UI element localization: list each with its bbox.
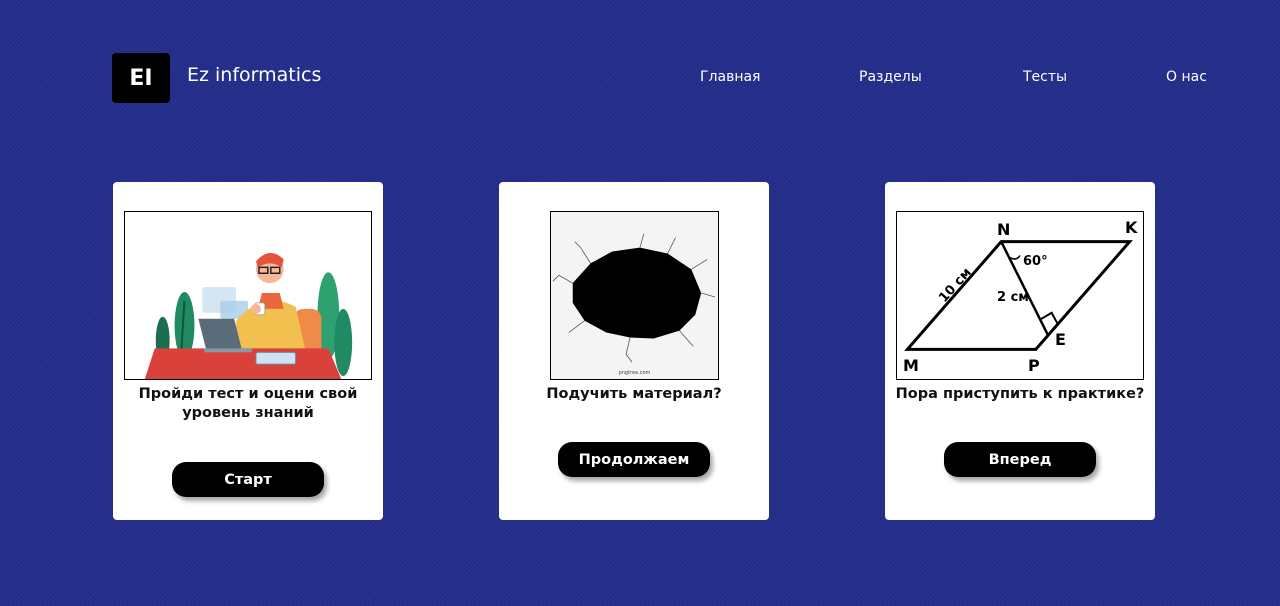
nav-item-sections[interactable]: Разделы: [859, 69, 922, 85]
person-at-laptop-illustration: [124, 211, 372, 380]
card-test: Пройди тест и оцени свой уровень знаний …: [113, 182, 383, 520]
forward-button[interactable]: Вперед: [944, 442, 1096, 477]
card-text: Пора приступить к практике?: [895, 386, 1145, 402]
black-hole-in-wall-image: pngtree.com: [550, 211, 719, 380]
height-label: 2 см: [997, 290, 1029, 305]
card-practice: N K M P E 10 см 2 см 60° Пора приступить…: [885, 182, 1155, 520]
vertex-label-p: P: [1028, 356, 1040, 375]
start-button[interactable]: Старт: [172, 462, 324, 497]
angle-label: 60°: [1023, 254, 1048, 269]
nav-item-about[interactable]: О нас: [1166, 69, 1207, 85]
vertex-label-n: N: [997, 220, 1011, 239]
vertex-label-m: M: [903, 356, 919, 375]
card-material: pngtree.com Подучить материал? Продолжае…: [499, 182, 769, 520]
parallelogram-geometry-problem: N K M P E 10 см 2 см 60°: [896, 211, 1144, 380]
continue-button[interactable]: Продолжаем: [558, 442, 710, 477]
vertex-label-e: E: [1055, 330, 1066, 349]
nav-item-tests[interactable]: Тесты: [1023, 69, 1067, 85]
brand-name[interactable]: Ez informatics: [187, 64, 321, 86]
logo[interactable]: EI: [112, 53, 170, 103]
card-text: Пройди тест и оцени свой уровень знаний: [138, 386, 358, 421]
image-caption: pngtree.com: [618, 370, 651, 376]
nav-item-home[interactable]: Главная: [700, 69, 760, 85]
vertex-label-k: K: [1125, 218, 1138, 237]
card-text: Подучить материал?: [546, 386, 722, 402]
